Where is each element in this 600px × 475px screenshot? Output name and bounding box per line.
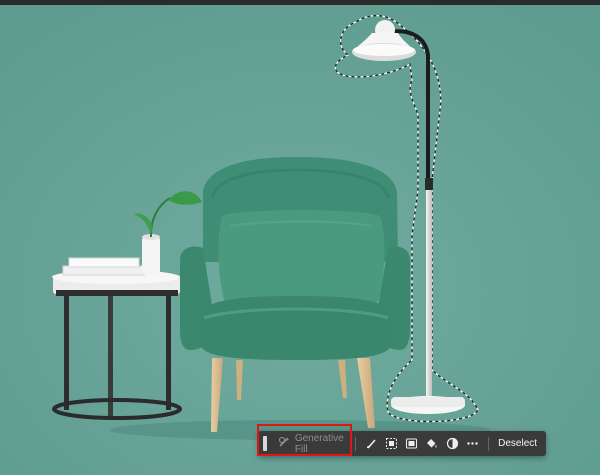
toolbar-divider bbox=[354, 436, 356, 451]
brush-icon bbox=[367, 439, 376, 449]
fill-bucket-icon bbox=[427, 439, 438, 448]
brush-button[interactable] bbox=[362, 434, 382, 453]
mask-button[interactable] bbox=[402, 434, 422, 453]
contextual-task-bar: Generative Fill Deselect bbox=[258, 431, 546, 456]
mask-icon bbox=[406, 438, 418, 449]
generative-fill-button[interactable]: Generative Fill bbox=[273, 432, 349, 455]
fill-button[interactable] bbox=[422, 434, 442, 453]
adjustment-button[interactable] bbox=[442, 434, 462, 453]
deselect-button[interactable]: Deselect bbox=[495, 438, 540, 449]
document-canvas[interactable] bbox=[0, 5, 600, 475]
select-subject-button[interactable] bbox=[382, 434, 402, 453]
photo-scene bbox=[0, 5, 600, 475]
generative-fill-label: Generative Fill bbox=[294, 432, 344, 455]
more-options-button[interactable] bbox=[462, 434, 482, 453]
toolbar-divider bbox=[488, 436, 490, 451]
drag-handle[interactable] bbox=[263, 436, 267, 451]
select-subject-icon bbox=[386, 438, 398, 449]
adjustment-icon bbox=[446, 437, 458, 450]
more-icon bbox=[466, 442, 478, 445]
generative-fill-icon bbox=[278, 436, 291, 452]
